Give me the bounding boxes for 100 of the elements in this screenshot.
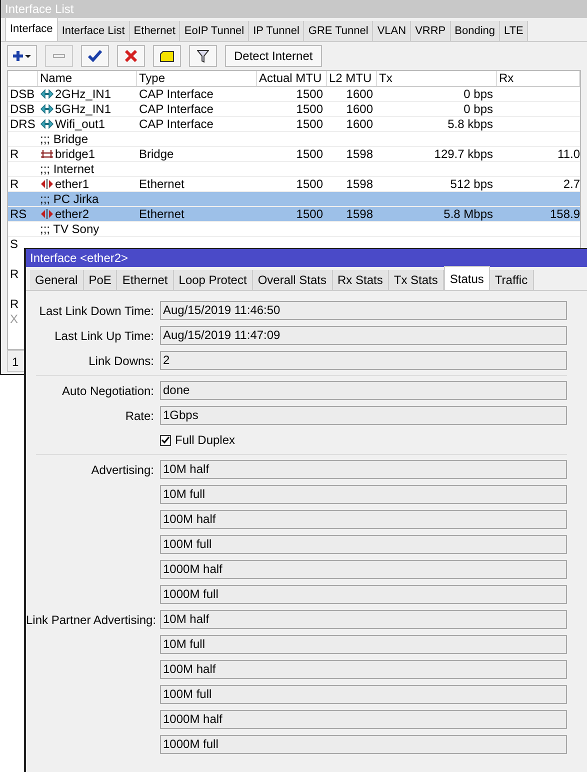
comment-row[interactable]: ;;; Internet [8, 162, 580, 177]
table-cell-text: 0 bps [462, 87, 494, 101]
field-label: Advertising: [91, 462, 154, 476]
tab[interactable]: Interface List [58, 21, 130, 41]
tab[interactable]: Traffic [490, 270, 534, 290]
add-button[interactable] [7, 45, 37, 67]
table-row[interactable]: DSB 2GHz_IN1 CAP Interface 1500 1600 0 bps [8, 87, 580, 102]
tab[interactable]: Tx Stats [388, 270, 444, 290]
table-cell: 5GHz_IN1 [38, 102, 137, 116]
filter-button[interactable] [189, 45, 217, 67]
comment-button[interactable] [153, 45, 181, 67]
tab[interactable]: Overall Stats [252, 270, 333, 290]
tab[interactable]: Bonding [450, 21, 500, 41]
table-cell-text: 1500 [295, 147, 324, 161]
status-field: 10M half [160, 610, 567, 629]
comment-text: ;;; Bridge [39, 132, 88, 146]
table-cell: bridge1 [38, 147, 137, 161]
comment-row[interactable]: ;;; TV Sony [8, 222, 580, 237]
table-cell-text: 2.7 [562, 177, 580, 191]
comment-text: ;;; PC Jirka [39, 192, 99, 206]
table-cell: ether1 [38, 177, 137, 191]
table-cell-text: R [9, 177, 20, 191]
column-header[interactable]: Type [137, 71, 257, 86]
enable-button[interactable] [81, 45, 109, 67]
table-cell-text: Bridge [138, 147, 175, 161]
table-cell-text: 512 bps [449, 177, 494, 191]
tab[interactable]: IP Tunnel [249, 21, 304, 41]
checkbox[interactable] [160, 434, 171, 446]
status-field: 10M half [160, 460, 567, 479]
table-cell-text: CAP Interface [138, 117, 214, 131]
table-row[interactable]: R bridge1 Bridge 1500 1598 129.7 kbps 11.0 [8, 147, 580, 162]
status-field: 100M full [160, 535, 567, 554]
status-field: done [160, 381, 567, 400]
note-icon [160, 50, 174, 62]
table-cell-text: 5.8 Mbps [442, 207, 494, 221]
table-cell-text: 5.8 kbps [446, 117, 494, 131]
table-cell-text: Ethernet [138, 177, 186, 191]
table-cell-text: S [9, 237, 20, 251]
table-row[interactable]: DSB 5GHz_IN1 CAP Interface 1500 1600 0 bps [8, 102, 580, 117]
table-row[interactable]: RS ether2 Ethernet 1500 1598 5.8 Mbps 158.9 [8, 207, 580, 222]
column-header[interactable]: Name [38, 71, 137, 86]
tab[interactable]: Ethernet [117, 270, 174, 290]
table-cell-text: 1598 [345, 177, 374, 191]
column-header[interactable]: Rx [497, 71, 580, 86]
table-cell-text: DRS [9, 117, 36, 131]
disable-button[interactable] [117, 45, 145, 67]
tab[interactable]: General [30, 270, 84, 290]
tab[interactable]: PoE [84, 270, 118, 290]
arrows-icon [40, 179, 54, 189]
field-label: Rate: [125, 408, 154, 422]
double-arrow-icon [40, 104, 54, 114]
status-field: 10M full [160, 635, 567, 654]
comment-row[interactable]: ;;; Bridge [8, 132, 580, 147]
table-row[interactable]: DRS Wifi_out1 CAP Interface 1500 1600 5.8 kbps [8, 117, 580, 132]
table-row[interactable]: R ether1 Ethernet 1500 1598 512 bps 2.7 [8, 177, 580, 192]
check-icon [161, 436, 170, 444]
column-header[interactable]: Tx [377, 71, 497, 86]
status-field: 2 [160, 351, 567, 370]
dialog-title: Interface <ether2> [26, 249, 587, 267]
tab[interactable]: Status [444, 266, 490, 290]
table-cell-text: 158.9 [548, 207, 580, 221]
minus-icon [53, 54, 65, 58]
status-field: 100M full [160, 685, 567, 704]
tab[interactable]: Ethernet [130, 21, 180, 41]
field-label: Link Downs: [88, 354, 154, 368]
tab[interactable]: LTE [500, 21, 528, 41]
table-cell: ether2 [38, 207, 137, 221]
double-arrow-icon [40, 89, 54, 99]
table-cell-text: CAP Interface [138, 87, 214, 101]
table-cell-text: R [9, 267, 20, 281]
tab[interactable]: Loop Protect [174, 270, 253, 290]
field-label: Link Partner Advertising: [26, 612, 156, 626]
tab[interactable]: Interface [5, 17, 58, 41]
field-label: Last Link Up Time: [54, 328, 154, 342]
table-cell-text: 1500 [295, 177, 324, 191]
check-icon [88, 50, 102, 62]
tab[interactable]: EoIP Tunnel [180, 21, 250, 41]
status-field: 1000M full [160, 735, 567, 754]
table-cell-text: 1500 [295, 87, 324, 101]
table-cell-text: 0 bps [462, 102, 494, 116]
tab[interactable]: VRRP [411, 21, 451, 41]
table-cell-text: 1600 [345, 87, 374, 101]
detect-internet-button[interactable]: Detect Internet [225, 45, 322, 67]
plus-icon [12, 50, 32, 62]
status-field: 100M half [160, 510, 567, 529]
table-cell-text: DSB [9, 102, 36, 116]
checkbox-label: Full Duplex [175, 432, 236, 449]
table-cell: 2GHz_IN1 [38, 87, 137, 101]
table-cell-text: CAP Interface [138, 102, 214, 116]
column-header[interactable]: L2 MTU [327, 71, 377, 86]
comment-text: ;;; Internet [39, 162, 94, 176]
column-header[interactable]: Actual MTU [257, 71, 327, 86]
status-field: 10M full [160, 485, 567, 504]
comment-row[interactable]: ;;; PC Jirka [8, 192, 580, 207]
table-cell-text: 1500 [295, 117, 324, 131]
tab[interactable]: GRE Tunnel [304, 21, 374, 41]
tab[interactable]: Rx Stats [332, 270, 389, 290]
cross-icon [125, 50, 137, 62]
tab[interactable]: VLAN [373, 21, 412, 41]
table-cell-text: R [9, 147, 20, 161]
